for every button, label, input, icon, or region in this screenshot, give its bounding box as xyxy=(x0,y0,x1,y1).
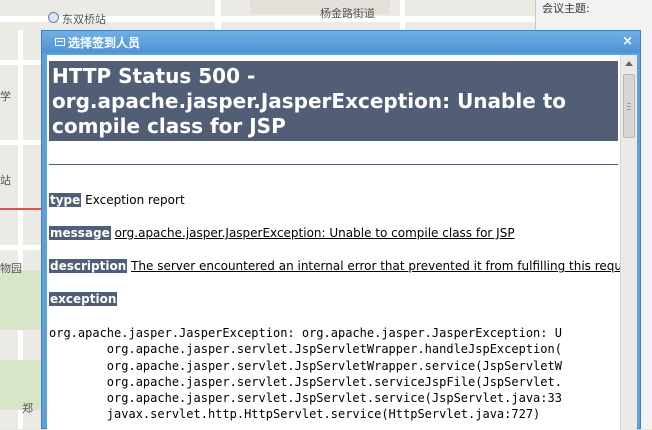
chevron-up-icon[interactable] xyxy=(625,61,633,66)
select-attendee-dialog: 选择签到人员 × HTTP Status 500 - org.apache.ja… xyxy=(41,30,641,430)
stacktrace-line: org.apache.jasper.servlet.JspServlet.ser… xyxy=(49,374,562,389)
map-label: 学 xyxy=(0,90,11,103)
map-label: 杨金路街道 xyxy=(320,7,375,20)
type-value: Exception report xyxy=(85,193,185,207)
type-row: type Exception report xyxy=(49,193,185,207)
dialog-title: 选择签到人员 xyxy=(68,36,141,50)
map-rail xyxy=(0,208,41,210)
description-row: description The server encountered an in… xyxy=(49,259,620,273)
stacktrace-line: org.apache.jasper.servlet.JspServletWrap… xyxy=(49,342,562,357)
map-label: 东双桥站 xyxy=(62,13,106,26)
stacktrace: org.apache.jasper.JasperException: org.a… xyxy=(49,325,562,423)
map-road xyxy=(400,0,405,30)
grip-line xyxy=(627,103,631,104)
stacktrace-line: org.apache.jasper.servlet.JspServlet.ser… xyxy=(49,391,562,406)
map-label: 站 xyxy=(0,174,11,187)
exception-row: exception xyxy=(49,292,118,306)
map-park xyxy=(0,360,41,410)
map-label: 物园 xyxy=(0,262,22,275)
map-pin-icon xyxy=(48,12,59,23)
description-label: description xyxy=(49,259,128,273)
message-row: message org.apache.jasper.JasperExceptio… xyxy=(49,226,515,240)
exception-label: exception xyxy=(49,292,118,306)
map-label: 郑 xyxy=(22,402,33,415)
window-icon xyxy=(55,38,65,46)
stacktrace-line: org.apache.jasper.JasperException: org.a… xyxy=(49,326,562,340)
error-page: HTTP Status 500 - org.apache.jasper.Jasp… xyxy=(47,55,620,430)
stacktrace-line: javax.servlet.http.HttpServlet.service(H… xyxy=(49,407,541,422)
grip-line xyxy=(627,106,631,107)
meeting-topic-label: 会议主题: xyxy=(542,2,590,15)
divider xyxy=(49,164,618,165)
dialog-content: HTTP Status 500 - org.apache.jasper.Jasp… xyxy=(47,55,637,430)
description-value: The server encountered an internal error… xyxy=(131,259,620,273)
grip-line xyxy=(627,109,631,110)
map-park xyxy=(0,270,41,330)
message-label: message xyxy=(49,226,111,240)
scrollbar-thumb[interactable] xyxy=(623,74,635,138)
type-label: type xyxy=(49,193,82,207)
close-icon[interactable]: × xyxy=(622,34,633,49)
stacktrace-line: org.apache.jasper.servlet.JspServletWrap… xyxy=(49,358,562,373)
dialog-titlebar[interactable]: 选择签到人员 × xyxy=(42,31,640,53)
error-heading: HTTP Status 500 - org.apache.jasper.Jasp… xyxy=(49,61,618,141)
vertical-scrollbar[interactable] xyxy=(620,55,637,430)
map-road xyxy=(215,0,221,30)
message-value: org.apache.jasper.JasperException: Unabl… xyxy=(114,226,515,240)
